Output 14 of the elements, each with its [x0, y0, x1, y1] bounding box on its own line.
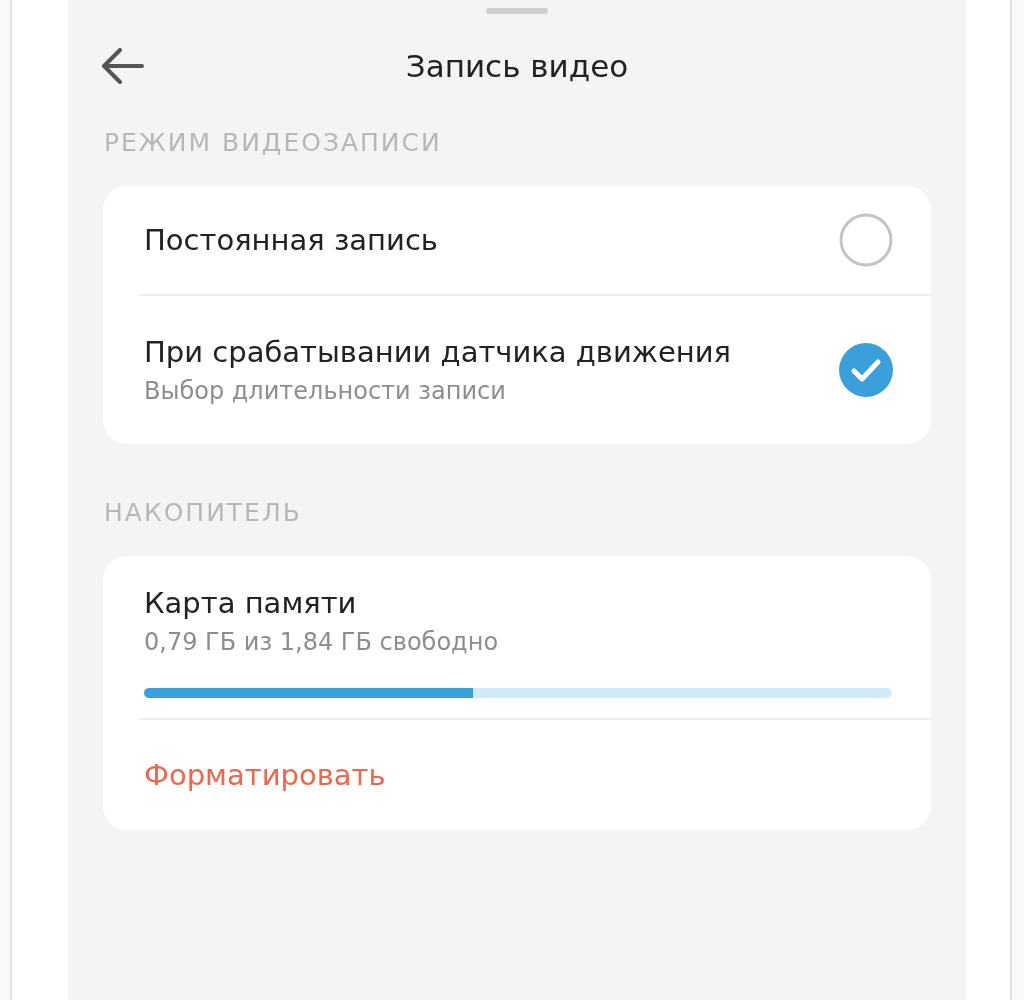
storage-info: 0,79 ГБ из 1,84 ГБ свободно — [144, 628, 500, 656]
drag-handle[interactable] — [486, 8, 548, 14]
section-header: НАКОПИТЕЛЬ — [103, 497, 303, 529]
section-header: РЕЖИМ ВИДЕОЗАПИСИ — [103, 127, 443, 159]
option-label: При срабатывании датчика движения — [144, 335, 732, 369]
option-row[interactable]: При срабатывании датчика движения Выбор длительности записи — [139, 294, 931, 444]
option-subtitle: Выбор длительности записи — [144, 377, 507, 405]
screen-title: Запись видео — [405, 48, 629, 84]
back-arrow-icon[interactable] — [100, 48, 144, 84]
option-row[interactable]: Постоянная запись — [103, 186, 931, 294]
radio-button[interactable] — [839, 213, 893, 267]
checked-radio-icon[interactable] — [839, 343, 893, 397]
storage-title: Карта памяти — [144, 586, 358, 620]
option-label: Постоянная запись — [144, 223, 439, 257]
